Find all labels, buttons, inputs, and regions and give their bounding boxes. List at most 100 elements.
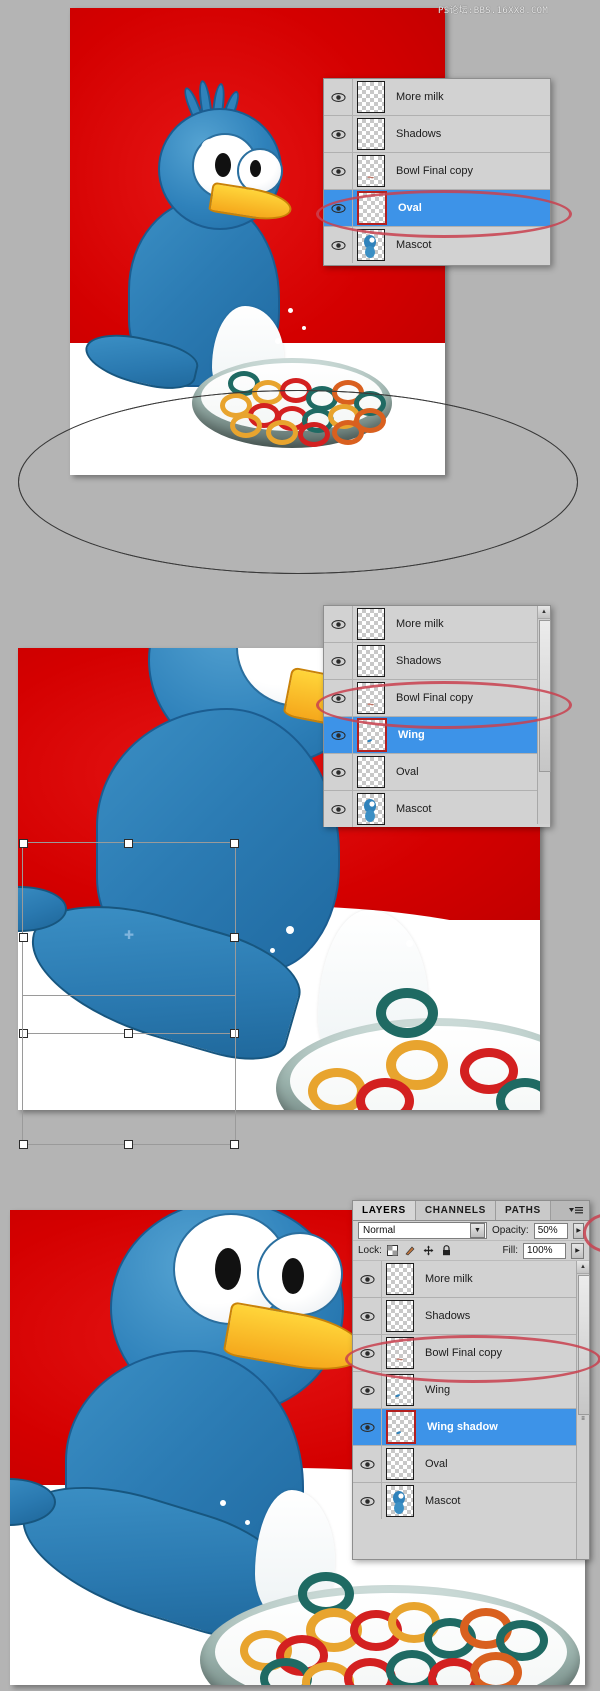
layer-row[interactable]: More milk <box>353 1261 589 1298</box>
layer-row[interactable]: Bowl Final copy <box>324 153 550 190</box>
bird-pupil-right <box>282 1258 304 1294</box>
layer-visibility-toggle[interactable] <box>353 1446 382 1482</box>
layer-row[interactable]: More milk <box>324 606 550 643</box>
eye-icon <box>330 619 346 629</box>
lock-transparency-icon[interactable] <box>386 1245 398 1256</box>
eye-icon <box>330 240 346 250</box>
highlight-ellipse-wing-layer <box>316 681 572 729</box>
thumbnail-wing-icon <box>367 739 372 742</box>
layer-row[interactable]: Shadows <box>353 1298 589 1335</box>
layer-list-3[interactable]: More milk Shadows Bowl Final copy Wing W… <box>353 1261 590 1559</box>
fill-stepper-icon[interactable]: ▶ <box>571 1242 584 1259</box>
tab-paths[interactable]: PATHS <box>496 1201 551 1220</box>
milk-droplet <box>406 940 413 947</box>
chevron-down-icon[interactable]: ▼ <box>470 1223 485 1238</box>
layer-thumbnail[interactable] <box>357 118 385 150</box>
transform-handle-bottom-center[interactable] <box>124 1140 133 1149</box>
lock-label: Lock: <box>358 1245 382 1256</box>
layer-name: More milk <box>425 1273 473 1285</box>
layer-row[interactable]: Oval <box>353 1446 589 1483</box>
layer-thumbnail[interactable] <box>386 1485 414 1517</box>
transform-handle-bottom-right[interactable] <box>230 1140 239 1149</box>
layer-list-scrollbar[interactable]: ▲ ≡ <box>576 1261 590 1559</box>
lock-position-icon[interactable] <box>423 1245 434 1256</box>
lock-all-icon[interactable] <box>441 1245 452 1256</box>
lock-row[interactable]: Lock: Fill: 100% ▶ <box>353 1241 589 1261</box>
layer-row[interactable]: Wing shadow <box>353 1409 589 1446</box>
layer-thumbnail[interactable] <box>386 1263 414 1295</box>
scroll-up-button[interactable]: ▲ <box>577 1261 589 1274</box>
layer-name: Shadows <box>396 128 442 140</box>
layer-name: Oval <box>396 766 419 778</box>
panel-menu-glyph <box>569 1207 583 1214</box>
eye-icon <box>359 1496 375 1506</box>
blend-mode-select[interactable]: Normal ▼ <box>358 1222 487 1239</box>
layer-visibility-toggle[interactable] <box>353 1372 382 1408</box>
layer-name: Oval <box>425 1458 448 1470</box>
layer-row[interactable]: Shadows <box>324 643 550 680</box>
layer-visibility-toggle[interactable] <box>353 1409 382 1445</box>
blend-mode-row[interactable]: Normal ▼ Opacity: 50% ▶ <box>353 1221 589 1241</box>
layer-visibility-toggle[interactable] <box>353 1298 382 1334</box>
layer-visibility-toggle[interactable] <box>324 79 353 115</box>
layer-row[interactable]: More milk <box>324 79 550 116</box>
layer-visibility-toggle[interactable] <box>353 1261 382 1297</box>
eye-icon <box>330 656 346 666</box>
layer-row[interactable]: Oval <box>324 754 550 791</box>
lock-image-icon[interactable] <box>405 1245 416 1256</box>
eye-icon <box>359 1459 375 1469</box>
layer-visibility-toggle[interactable] <box>324 643 353 679</box>
layer-thumbnail[interactable] <box>357 645 385 677</box>
layer-row[interactable]: Mascot <box>353 1483 589 1519</box>
layer-visibility-toggle[interactable] <box>324 791 353 827</box>
layer-thumbnail[interactable] <box>357 81 385 113</box>
layer-row[interactable]: Shadows <box>324 116 550 153</box>
milk-droplet <box>245 1520 250 1525</box>
layer-name: More milk <box>396 618 444 630</box>
thumbnail-content-icon <box>367 176 374 179</box>
cereal-ring <box>376 988 438 1038</box>
layer-thumbnail[interactable] <box>357 793 385 825</box>
oval-marquee-selection-tail <box>18 390 578 574</box>
layer-visibility-toggle[interactable] <box>324 717 353 753</box>
layer-thumbnail[interactable] <box>357 756 385 788</box>
layer-name: Wing <box>398 729 425 741</box>
milk-droplet <box>448 968 454 974</box>
transform-handle-middle-left[interactable] <box>19 933 28 942</box>
layer-visibility-toggle[interactable] <box>353 1483 382 1519</box>
lock-icon-group[interactable] <box>386 1245 452 1256</box>
palette-tab-bar[interactable]: LAYERS CHANNELS PATHS <box>353 1201 589 1221</box>
panel-menu-icon[interactable] <box>563 1201 589 1220</box>
milk-droplet <box>302 326 306 330</box>
layer-row[interactable]: Mascot <box>324 791 550 827</box>
transform-handle-top-left[interactable] <box>19 839 28 848</box>
transform-handle-middle-right[interactable] <box>230 933 239 942</box>
layer-thumbnail[interactable] <box>386 1448 414 1480</box>
eye-icon <box>359 1385 375 1395</box>
opacity-input[interactable]: 50% <box>533 1222 569 1239</box>
layer-visibility-toggle[interactable] <box>324 153 353 189</box>
site-watermark: PS论坛:BBS.16XX8.COM <box>438 6 549 16</box>
layer-thumbnail[interactable] <box>357 608 385 640</box>
layer-visibility-toggle[interactable] <box>324 116 353 152</box>
layer-name: Mascot <box>425 1495 461 1507</box>
layer-thumbnail[interactable] <box>357 155 385 187</box>
tab-layers[interactable]: LAYERS <box>353 1201 416 1220</box>
fill-input[interactable]: 100% <box>523 1242 566 1259</box>
eye-icon <box>330 767 346 777</box>
scrollbar-grip-icon[interactable]: ≡ <box>577 1413 589 1425</box>
blend-mode-value: Normal <box>363 1225 396 1236</box>
layer-visibility-toggle[interactable] <box>324 227 353 263</box>
layer-visibility-toggle[interactable] <box>324 606 353 642</box>
layer-thumbnail[interactable] <box>386 1300 414 1332</box>
layer-visibility-toggle[interactable] <box>324 754 353 790</box>
transform-handle-top-center[interactable] <box>124 839 133 848</box>
tab-channels[interactable]: CHANNELS <box>415 1201 497 1220</box>
transform-reference-point-icon[interactable]: ✚ <box>124 929 134 941</box>
transform-handle-top-right[interactable] <box>230 839 239 848</box>
scroll-up-button[interactable]: ▲ <box>538 606 550 619</box>
transform-handle-bottom-left[interactable] <box>19 1140 28 1149</box>
highlight-ellipse-wing-shadow-layer <box>345 1335 600 1383</box>
opacity-label: Opacity: <box>492 1225 529 1236</box>
layer-thumbnail[interactable] <box>386 1410 416 1444</box>
